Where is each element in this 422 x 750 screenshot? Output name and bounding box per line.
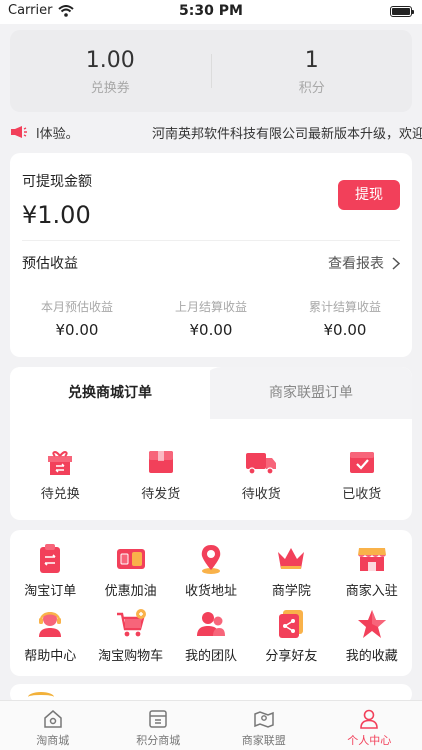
tool-my-favorites[interactable]: 我的收藏 [332,607,412,664]
notice-text-tail: l体验。 [36,126,79,142]
points-label: 积分 [298,81,325,96]
shopping-cart-icon [116,609,146,637]
bottom-tab-bar: 淘商城 积分商城 商家联盟 个人中心 [0,700,422,750]
order-label: 待发货 [141,487,181,502]
stat-label: 本月预估收益 [40,300,113,314]
divider [22,240,400,241]
tool-help-center[interactable]: 帮助中心 [10,607,90,664]
chevron-right-icon [392,256,400,270]
voucher-label: 兑换券 [90,81,130,96]
tool-merchant-join[interactable]: 商家入驻 [332,542,412,599]
points-value: 1 [304,48,319,73]
earnings-card: 可提现金额 ¥1.00 提现 预估收益 查看报表 本月预估收益 ¥0.00 上月… [10,153,412,357]
received-box-icon [349,452,374,473]
tool-label: 淘宝订单 [24,584,77,599]
order-pending-receipt[interactable]: 待收货 [211,447,312,502]
points-summary[interactable]: 1 积分 [212,30,413,112]
tab-label: 积分商城 [136,734,181,747]
order-received[interactable]: 已收货 [312,447,413,502]
view-report-label: 查看报表 [328,256,384,272]
tool-label: 商学院 [271,584,311,599]
team-icon [196,612,225,636]
stat-value: ¥0.00 [189,321,233,339]
tab-label: 淘商城 [36,734,70,747]
storefront-icon [357,548,386,571]
tool-shipping-address[interactable]: 收货地址 [171,542,251,599]
location-pin-icon [201,545,221,574]
share-icon [279,610,304,638]
status-bar: Carrier 5:30 PM [0,0,422,24]
order-pending-shipment[interactable]: 待发货 [111,447,212,502]
tool-label: 优惠加油 [104,584,157,599]
map-icon [254,711,274,728]
package-icon [148,451,173,473]
estimated-label: 预估收益 [22,256,78,272]
star-icon [357,610,386,638]
withdraw-button[interactable]: 提现 [338,180,400,210]
stat-label: 上月结算收益 [174,300,247,314]
tab-merchant-orders[interactable]: 商家联盟订单 [210,367,412,419]
order-label: 待兑换 [40,487,80,502]
summary-card: 1.00 兑换券 1 积分 [10,30,412,112]
order-label: 已收货 [342,487,382,502]
fuel-coupon-icon [116,549,145,569]
tab-merchant-alliance[interactable]: 商家联盟 [211,701,317,750]
voucher-value: 1.00 [85,48,135,73]
notice-bar[interactable]: l体验。 河南英邦软件科技有限公司最新版本升级，欢迎 [0,118,422,146]
stat-value: ¥0.00 [323,321,367,339]
tool-label: 商家入驻 [345,584,398,599]
order-tabs: 兑换商城订单 商家联盟订单 [10,367,412,419]
gift-box-icon [48,451,73,475]
stat-label: 累计结算收益 [308,300,381,314]
tool-taobao-orders[interactable]: 淘宝订单 [10,542,90,599]
tool-taobao-cart[interactable]: 淘宝购物车 [90,607,170,664]
stat-this-month: 本月预估收益 ¥0.00 [10,298,144,339]
tool-fuel-discount[interactable]: 优惠加油 [90,542,170,599]
order-label: 待收货 [241,487,281,502]
stat-cumulative: 累计结算收益 ¥0.00 [278,298,412,339]
earnings-stats: 本月预估收益 ¥0.00 上月结算收益 ¥0.00 累计结算收益 ¥0.00 [10,298,412,339]
tools-card: 淘宝订单 优惠加油 收货地址 商学院 商家入驻 帮助中心 淘宝购物车 我的团队 … [10,530,412,676]
tool-label: 我的收藏 [345,649,398,664]
tool-my-team[interactable]: 我的团队 [171,607,251,664]
crown-icon [278,548,305,569]
clock: 5:30 PM [179,3,243,19]
orders-card: 兑换商城订单 商家联盟订单 待兑换 待发货 待收货 已收货 [10,367,412,520]
clipboard-icon [40,544,61,573]
tool-label: 淘宝购物车 [98,649,164,664]
tool-business-school[interactable]: 商学院 [251,542,331,599]
order-status-row: 待兑换 待发货 待收货 已收货 [10,447,412,502]
tool-grid: 淘宝订单 优惠加油 收货地址 商学院 商家入驻 帮助中心 淘宝购物车 我的团队 … [10,542,412,664]
tab-label: 个人中心 [347,734,392,747]
truck-icon [246,453,277,475]
notice-text: 河南英邦软件科技有限公司最新版本升级，欢迎 [152,126,422,142]
battery-icon [390,6,414,17]
tab-taobao-mall[interactable]: 淘商城 [0,701,106,750]
headset-icon [39,612,62,637]
home-icon [44,710,62,728]
tool-share-friends[interactable]: 分享好友 [251,607,331,664]
withdrawable-label: 可提现金额 [22,174,92,190]
withdrawable-amount: ¥1.00 [22,201,91,229]
tool-label: 收货地址 [184,584,237,599]
tab-points-mall[interactable]: 积分商城 [106,701,212,750]
tool-label: 帮助中心 [24,649,77,664]
order-pending-exchange[interactable]: 待兑换 [10,447,111,502]
tab-exchange-orders[interactable]: 兑换商城订单 [10,367,210,419]
tab-label: 商家联盟 [241,734,286,747]
stat-value: ¥0.00 [55,321,99,339]
stat-last-month: 上月结算收益 ¥0.00 [144,298,278,339]
megaphone-icon [11,126,27,138]
points-shop-icon [149,710,167,728]
person-icon [360,709,379,729]
tool-label: 分享好友 [265,649,318,664]
tab-personal-center[interactable]: 个人中心 [317,701,422,750]
tool-label: 我的团队 [184,649,237,664]
view-report-link[interactable]: 查看报表 [328,253,400,273]
voucher-summary[interactable]: 1.00 兑换券 [10,30,211,112]
